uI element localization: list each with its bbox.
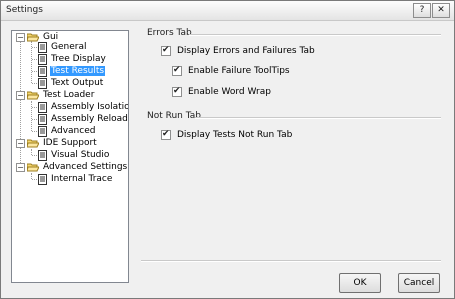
page-icon	[38, 173, 47, 185]
word-wrap-row[interactable]: ✔ Enable Word Wrap	[172, 85, 271, 98]
display-errors-row[interactable]: ✔ Display Errors and Failures Tab	[161, 44, 315, 57]
tree-connector	[20, 41, 21, 169]
errors-tab-heading: Errors Tab	[147, 28, 192, 38]
group-divider	[195, 117, 441, 119]
page-icon	[38, 125, 47, 137]
open-folder-icon	[27, 163, 39, 172]
tree-node-general[interactable]: General	[38, 41, 87, 53]
failure-tooltips-row[interactable]: ✔ Enable Failure ToolTips	[172, 64, 290, 77]
tree-label: Internal Trace	[51, 174, 113, 184]
tree-node-visual-studio[interactable]: Visual Studio	[38, 149, 110, 161]
page-icon	[38, 113, 47, 125]
tree-node-test-loader[interactable]: − Test Loader	[16, 89, 95, 101]
tree-label: Assembly Isolation	[51, 102, 129, 112]
display-not-run-checkbox[interactable]: ✔	[161, 128, 171, 140]
checkmark-icon: ✔	[162, 44, 170, 55]
tree-label: Assembly Reload	[51, 114, 128, 124]
word-wrap-checkbox[interactable]: ✔	[172, 85, 182, 97]
collapse-icon[interactable]: −	[16, 32, 25, 42]
display-not-run-row[interactable]: ✔ Display Tests Not Run Tab	[161, 128, 292, 141]
checkmark-icon: ✔	[173, 85, 181, 96]
tree-label: IDE Support	[43, 138, 97, 148]
ok-button[interactable]: OK	[339, 273, 381, 293]
page-icon	[38, 149, 47, 161]
collapse-icon[interactable]: −	[16, 162, 25, 172]
open-folder-icon	[27, 139, 39, 148]
checkmark-icon: ✔	[173, 64, 181, 75]
tree-node-text-output[interactable]: Text Output	[38, 77, 104, 89]
content-divider	[141, 260, 441, 262]
title-bar: Settings ? ✕	[1, 1, 454, 21]
display-not-run-label[interactable]: Display Tests Not Run Tab	[177, 130, 292, 140]
window-title: Settings	[6, 5, 43, 15]
close-icon: ✕	[437, 5, 445, 15]
display-errors-checkbox[interactable]: ✔	[161, 44, 171, 56]
tree-node-advanced[interactable]: Advanced	[38, 125, 96, 137]
collapse-icon[interactable]: −	[16, 90, 25, 100]
tree-node-test-results[interactable]: Test Results	[38, 65, 106, 77]
failure-tooltips-checkbox[interactable]: ✔	[172, 64, 182, 76]
word-wrap-label[interactable]: Enable Word Wrap	[188, 87, 271, 97]
tree-label: General	[51, 42, 87, 52]
tree-label: Text Output	[51, 78, 104, 88]
page-icon	[38, 77, 47, 89]
tree-label: Tree Display	[51, 54, 106, 64]
help-icon: ?	[419, 5, 425, 15]
tree-label: Advanced	[51, 126, 96, 136]
settings-window: Settings ? ✕ − Gui General Tree Display …	[0, 0, 455, 299]
collapse-icon[interactable]: −	[16, 138, 25, 148]
group-divider	[189, 34, 441, 36]
tree-label: Test Loader	[43, 90, 95, 100]
checkmark-icon: ✔	[162, 128, 170, 139]
tree-node-assembly-isolation[interactable]: Assembly Isolation	[38, 101, 129, 113]
tree-node-internal-trace[interactable]: Internal Trace	[38, 173, 113, 185]
tree-node-advanced-settings[interactable]: − Advanced Settings	[16, 161, 128, 173]
tree-node-tree-display[interactable]: Tree Display	[38, 53, 107, 65]
tree-node-ide-support[interactable]: − IDE Support	[16, 137, 98, 149]
display-errors-label[interactable]: Display Errors and Failures Tab	[177, 46, 315, 56]
page-icon	[38, 101, 47, 113]
tree-connector	[31, 101, 32, 131]
tree-label: Visual Studio	[51, 150, 110, 160]
page-icon	[38, 53, 47, 65]
cancel-button[interactable]: Cancel	[398, 273, 440, 293]
open-folder-icon	[27, 91, 39, 100]
tree-label-selected: Test Results	[50, 66, 106, 76]
tree-node-assembly-reload[interactable]: Assembly Reload	[38, 113, 128, 125]
tree-label: Advanced Settings	[43, 162, 128, 172]
help-button[interactable]: ?	[413, 3, 431, 18]
settings-tree[interactable]: − Gui General Tree Display Test Results	[11, 30, 129, 283]
close-button[interactable]: ✕	[432, 3, 450, 18]
failure-tooltips-label[interactable]: Enable Failure ToolTips	[188, 66, 290, 76]
not-run-tab-heading: Not Run Tab	[147, 111, 201, 121]
page-icon	[38, 41, 47, 53]
page-icon	[38, 65, 47, 77]
